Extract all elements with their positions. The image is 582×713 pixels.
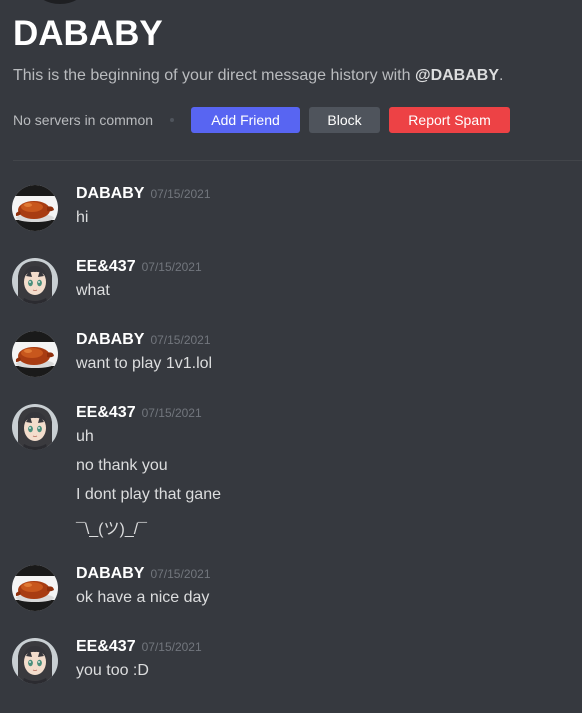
message-content: ok have a nice day bbox=[76, 589, 210, 606]
header-avatar bbox=[36, 0, 84, 4]
message-author[interactable]: EE&437 bbox=[76, 258, 136, 275]
avatar[interactable] bbox=[12, 258, 58, 304]
message-content: I dont play that gane bbox=[76, 486, 221, 503]
message-content: what bbox=[76, 282, 110, 299]
message-header: DABABY 07/15/2021 bbox=[76, 565, 211, 583]
anime-girl-avatar-icon bbox=[12, 258, 58, 304]
message-timestamp: 07/15/2021 bbox=[150, 187, 211, 201]
block-button[interactable]: Block bbox=[309, 107, 381, 133]
message-author[interactable]: DABABY bbox=[76, 185, 144, 202]
anime-girl-avatar-icon bbox=[12, 638, 58, 684]
separator-dot bbox=[170, 118, 175, 122]
add-friend-button[interactable]: Add Friend bbox=[191, 107, 301, 133]
message-header: EE&437 07/15/2021 bbox=[76, 404, 202, 422]
message-author[interactable]: EE&437 bbox=[76, 404, 136, 421]
message-author[interactable]: DABABY bbox=[76, 565, 144, 582]
dm-intro-suffix: . bbox=[499, 67, 504, 84]
message-header: EE&437 07/15/2021 bbox=[76, 258, 202, 276]
roast-chicken-avatar-icon bbox=[12, 565, 58, 611]
message-timestamp: 07/15/2021 bbox=[150, 567, 211, 581]
avatar[interactable] bbox=[12, 331, 58, 377]
dm-intro-title: DABABY bbox=[13, 14, 163, 53]
avatar[interactable] bbox=[12, 185, 58, 231]
avatar[interactable] bbox=[12, 404, 58, 450]
message-author[interactable]: DABABY bbox=[76, 331, 144, 348]
roast-chicken-avatar-icon bbox=[12, 331, 58, 377]
dm-intro-description: This is the beginning of your direct mes… bbox=[13, 67, 503, 85]
user-mention[interactable]: @DABABY bbox=[415, 67, 499, 84]
report-spam-button[interactable]: Report Spam bbox=[389, 107, 511, 133]
message-content: you too :D bbox=[76, 662, 149, 679]
dm-chat-view: DABABY This is the beginning of your dir… bbox=[0, 0, 582, 713]
message-timestamp: 07/15/2021 bbox=[150, 333, 211, 347]
message-header: DABABY 07/15/2021 bbox=[76, 185, 211, 203]
message-content: uh bbox=[76, 428, 94, 445]
message-header: EE&437 07/15/2021 bbox=[76, 638, 202, 656]
message-timestamp: 07/15/2021 bbox=[141, 640, 202, 654]
message-author[interactable]: EE&437 bbox=[76, 638, 136, 655]
message-content: ¯\_(ツ)_/¯ bbox=[76, 521, 148, 538]
message-content: want to play 1v1.lol bbox=[76, 355, 213, 372]
anime-girl-avatar-icon bbox=[12, 404, 58, 450]
message-content: no thank you bbox=[76, 457, 168, 474]
avatar[interactable] bbox=[12, 565, 58, 611]
message-content: hi bbox=[76, 209, 89, 226]
intro-divider bbox=[13, 160, 582, 161]
message-header: DABABY 07/15/2021 bbox=[76, 331, 211, 349]
dm-intro-text: This is the beginning of your direct mes… bbox=[13, 67, 415, 84]
dm-actions-row: No servers in common Add Friend Block Re… bbox=[13, 107, 511, 133]
message-timestamp: 07/15/2021 bbox=[141, 260, 202, 274]
message-timestamp: 07/15/2021 bbox=[141, 406, 202, 420]
mutual-servers-text: No servers in common bbox=[13, 112, 154, 128]
roast-chicken-avatar-icon bbox=[12, 185, 58, 231]
avatar[interactable] bbox=[12, 638, 58, 684]
